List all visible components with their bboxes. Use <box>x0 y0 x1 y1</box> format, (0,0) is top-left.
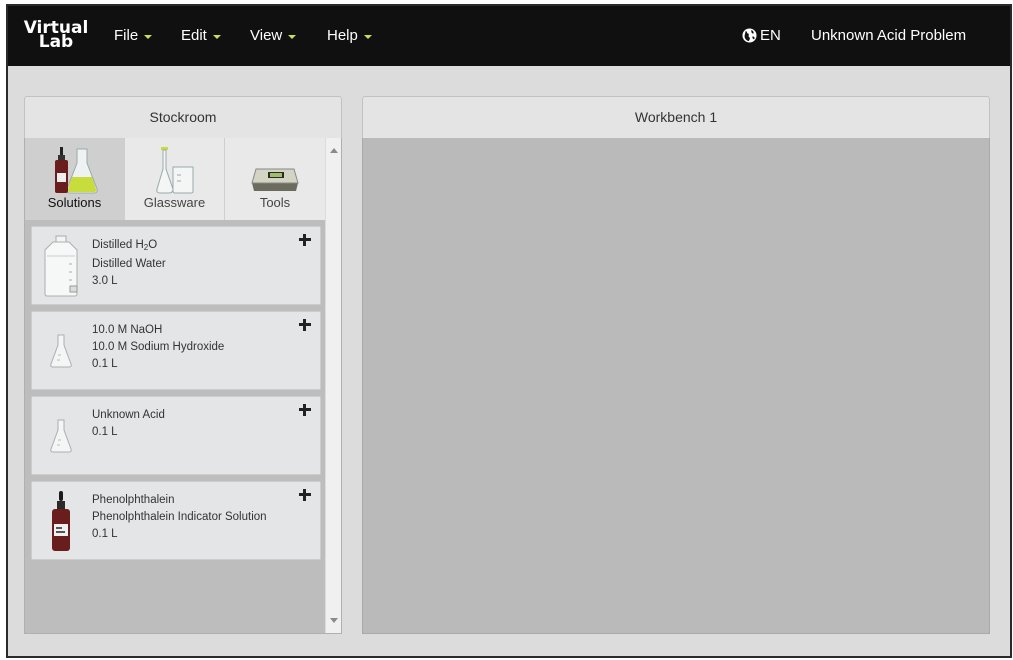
menu-edit[interactable]: Edit <box>181 27 221 44</box>
glassware-icon <box>125 143 224 195</box>
stock-item-unknown-acid[interactable]: Unknown Acid 0.1 L <box>31 396 321 475</box>
language-label: EN <box>760 27 781 44</box>
stockroom-scrollbar[interactable] <box>325 138 341 633</box>
dropper-bottle-icon <box>40 488 82 554</box>
tab-solutions[interactable]: Solutions <box>25 138 125 220</box>
item-description: 10.0 M Sodium Hydroxide <box>92 341 225 353</box>
flask-icon <box>40 403 82 469</box>
tab-solutions-label: Solutions <box>47 195 102 210</box>
caret-down-icon <box>288 34 297 39</box>
app-window: Virtual Lab File Edit View Help EN Unkno… <box>6 4 1012 658</box>
menu-view-label: View <box>250 27 283 44</box>
menu-edit-label: Edit <box>181 27 207 44</box>
virtual-lab-logo[interactable]: Virtual Lab <box>21 20 91 51</box>
problem-title[interactable]: Unknown Acid Problem <box>811 27 966 44</box>
tab-tools-label: Tools <box>259 195 291 210</box>
workbench-area[interactable] <box>362 138 990 634</box>
menu-file[interactable]: File <box>114 27 153 44</box>
flask-icon <box>40 318 82 384</box>
item-description: Phenolphthalein Indicator Solution <box>92 511 267 523</box>
item-volume: 3.0 L <box>92 275 118 287</box>
globe-icon <box>742 28 757 43</box>
water-carboy-icon <box>40 233 82 299</box>
workbench-header[interactable]: Workbench 1 <box>362 96 990 138</box>
menu-view[interactable]: View <box>250 27 297 44</box>
caret-down-icon <box>212 34 221 39</box>
tab-tools[interactable]: Tools <box>225 138 325 220</box>
item-description: Distilled Water <box>92 258 166 270</box>
stockroom-title: Stockroom <box>149 109 217 125</box>
caret-down-icon <box>363 34 372 39</box>
caret-down-icon <box>144 34 153 39</box>
tab-glassware-label: Glassware <box>143 195 206 210</box>
stockroom-panel: Solutions Glassware Tools Distilled H2O … <box>24 138 342 634</box>
item-volume: 0.1 L <box>92 358 118 370</box>
add-item-plus-icon[interactable] <box>298 403 312 417</box>
language-selector[interactable]: EN <box>742 27 781 44</box>
item-name: 10.0 M NaOH <box>92 324 163 336</box>
stock-item-text: Unknown Acid 0.1 L <box>92 407 165 441</box>
stock-item-phenolphthalein[interactable]: Phenolphthalein Phenolphthalein Indicato… <box>31 481 321 560</box>
stockroom-header: Stockroom <box>24 96 342 138</box>
workbench-title: Workbench 1 <box>634 109 718 125</box>
solutions-icon <box>25 143 124 195</box>
menu-help[interactable]: Help <box>327 27 372 44</box>
add-item-plus-icon[interactable] <box>298 488 312 502</box>
item-name: Phenolphthalein <box>92 494 175 506</box>
add-item-plus-icon[interactable] <box>298 233 312 247</box>
tab-glassware[interactable]: Glassware <box>125 138 225 220</box>
stock-item-text: Phenolphthalein Phenolphthalein Indicato… <box>92 492 267 543</box>
item-name: Distilled H2O <box>92 239 158 252</box>
menu-file-label: File <box>114 27 139 44</box>
top-navbar: Virtual Lab File Edit View Help EN Unkno… <box>8 6 1010 66</box>
stock-item-distilled-water[interactable]: Distilled H2O Distilled Water 3.0 L <box>31 226 321 305</box>
stock-item-text: 10.0 M NaOH 10.0 M Sodium Hydroxide 0.1 … <box>92 322 224 373</box>
scroll-up-arrow-icon[interactable] <box>330 148 338 153</box>
add-item-plus-icon[interactable] <box>298 318 312 332</box>
stockroom-tabs: Solutions Glassware Tools <box>25 138 325 220</box>
scroll-down-arrow-icon[interactable] <box>330 618 338 623</box>
stock-item-text: Distilled H2O Distilled Water 3.0 L <box>92 237 166 290</box>
balance-icon <box>225 143 325 195</box>
item-volume: 0.1 L <box>92 426 118 438</box>
item-volume: 0.1 L <box>92 528 118 540</box>
menu-help-label: Help <box>327 27 358 44</box>
stock-item-naoh[interactable]: 10.0 M NaOH 10.0 M Sodium Hydroxide 0.1 … <box>31 311 321 390</box>
item-name: Unknown Acid <box>92 409 165 421</box>
